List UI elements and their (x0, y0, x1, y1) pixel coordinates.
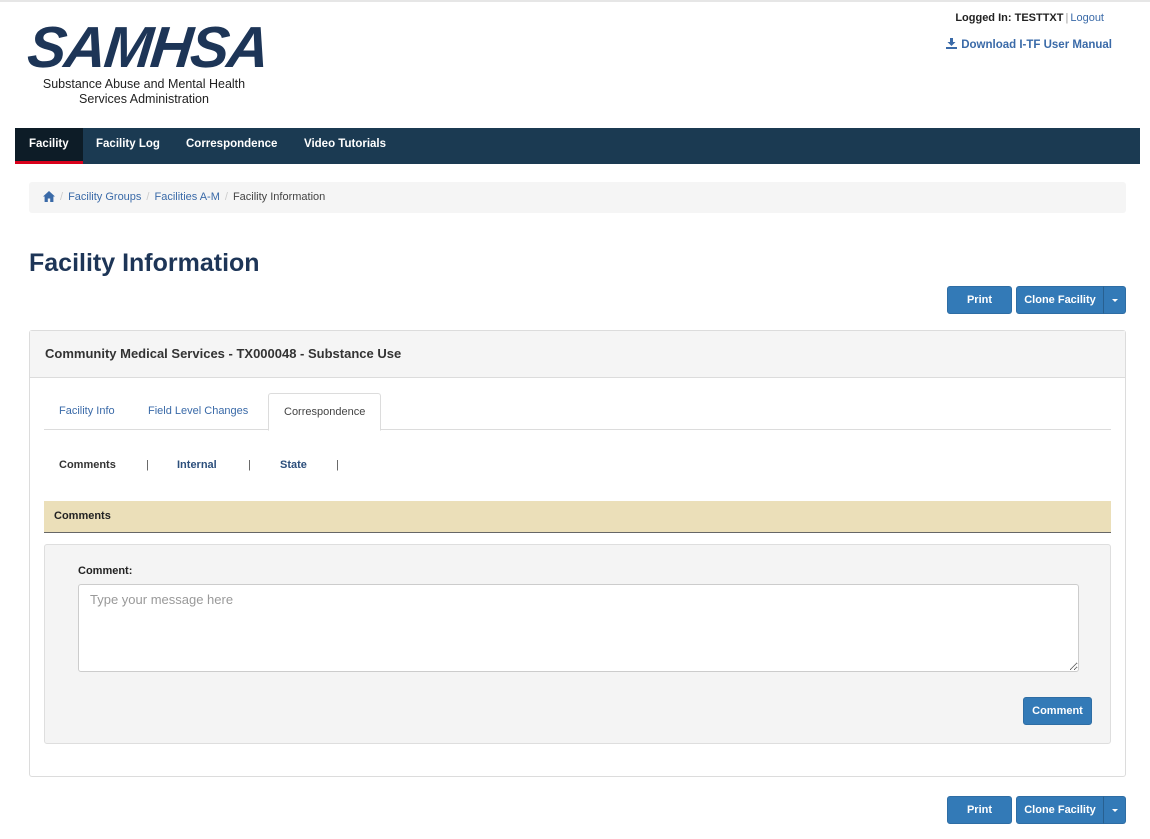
page-title: Facility Information (29, 249, 260, 277)
breadcrumb-facility-groups[interactable]: Facility Groups (68, 191, 141, 203)
subnav-state[interactable]: State (280, 459, 307, 471)
clone-facility-group-top: Clone Facility (1016, 286, 1126, 314)
caret-down-icon (1112, 299, 1118, 302)
nav-item-facility[interactable]: Facility (15, 128, 83, 164)
comments-section-header: Comments (44, 501, 1111, 533)
tab-facility-info[interactable]: Facility Info (44, 393, 130, 430)
clone-facility-button-top[interactable]: Clone Facility (1016, 286, 1104, 314)
clone-facility-group-bottom: Clone Facility (1016, 796, 1126, 824)
breadcrumb-separator: / (60, 191, 64, 203)
subnav-internal[interactable]: Internal (177, 459, 217, 471)
print-button-top[interactable]: Print (947, 286, 1012, 314)
comment-submit-button[interactable]: Comment (1023, 697, 1092, 725)
nav-item-video-tutorials[interactable]: Video Tutorials (290, 128, 400, 164)
subnav-separator: | (248, 459, 251, 471)
logo-wordmark: SAMHSA (24, 15, 271, 80)
subnav-separator: | (336, 459, 339, 471)
logged-in-line: Logged In: TESTTXT | Logout (955, 12, 1104, 24)
tab-field-level-changes[interactable]: Field Level Changes (133, 393, 263, 430)
print-button-bottom[interactable]: Print (947, 796, 1012, 824)
panel-heading: Community Medical Services - TX000048 - … (30, 331, 1125, 378)
main-navbar: Facility Facility Log Correspondence Vid… (15, 128, 1140, 164)
comment-textarea[interactable] (78, 584, 1079, 672)
home-icon[interactable] (43, 184, 55, 215)
nav-item-correspondence[interactable]: Correspondence (172, 128, 291, 164)
download-icon (946, 38, 958, 52)
caret-down-icon (1112, 809, 1118, 812)
logged-in-label: Logged In: (955, 12, 1012, 24)
breadcrumb-separator: / (224, 191, 228, 203)
logo-subtitle: Substance Abuse and Mental Health Servic… (28, 77, 260, 107)
logo-subtitle-line2: Services Administration (79, 92, 209, 106)
user-box: Logged In: TESTTXT | Logout (955, 12, 1104, 24)
top-border (0, 0, 1150, 2)
clone-facility-dropdown-bottom[interactable] (1103, 796, 1126, 824)
samhsa-logo[interactable]: SAMHSA Substance Abuse and Mental Health… (24, 15, 271, 107)
logout-link[interactable]: Logout (1070, 12, 1104, 24)
tab-correspondence[interactable]: Correspondence (268, 393, 382, 431)
download-manual-label: Download I-TF User Manual (961, 39, 1112, 51)
comment-form: Comment: Comment (44, 544, 1111, 744)
breadcrumb-separator: / (146, 191, 150, 203)
subnav-comments[interactable]: Comments (59, 459, 116, 471)
comment-label: Comment: (78, 565, 133, 577)
breadcrumb-current: Facility Information (232, 191, 326, 203)
clone-facility-button-bottom[interactable]: Clone Facility (1016, 796, 1104, 824)
breadcrumb: / Facility Groups / Facilities A-M / Facility… (29, 182, 1126, 213)
username: TESTTXT (1014, 12, 1064, 24)
nav-item-facility-log[interactable]: Facility Log (82, 128, 174, 164)
download-manual-link[interactable]: Download I-TF User Manual (946, 38, 1112, 52)
facility-panel: Community Medical Services - TX000048 - … (29, 330, 1126, 777)
subnav-separator: | (146, 459, 149, 471)
user-separator: | (1065, 12, 1069, 24)
facility-tabs: Facility Info Field Level Changes Corres… (44, 393, 1111, 431)
breadcrumb-facilities-a-m[interactable]: Facilities A-M (154, 191, 219, 203)
clone-facility-dropdown-top[interactable] (1103, 286, 1126, 314)
